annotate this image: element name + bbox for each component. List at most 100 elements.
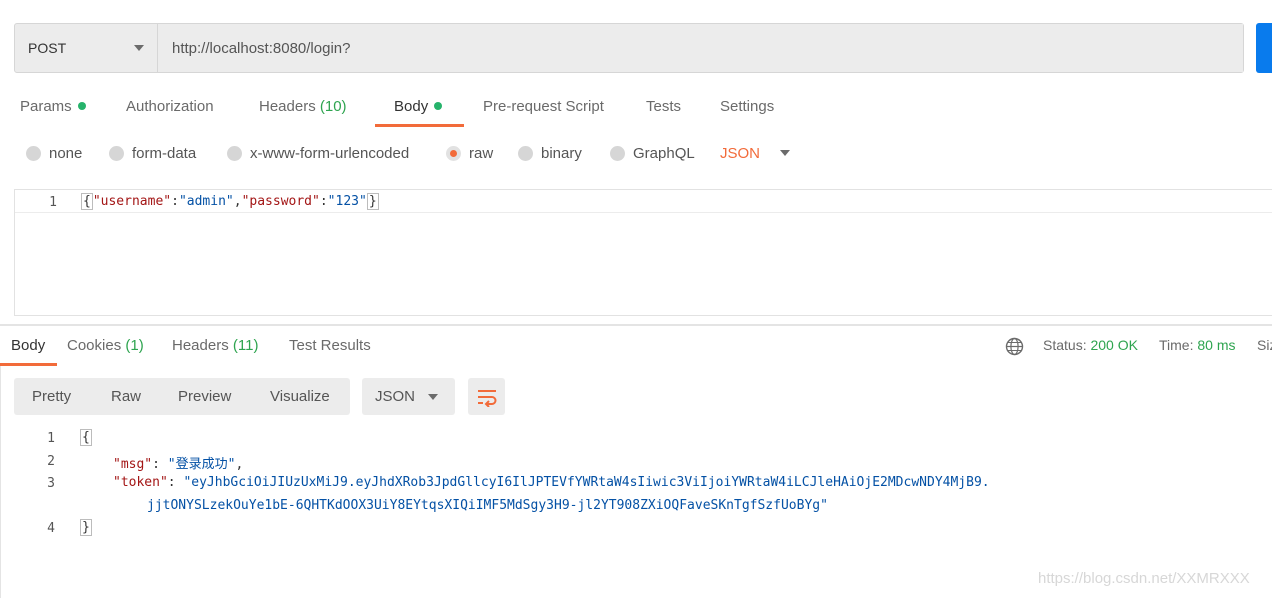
tab-headers-label: Headers <box>259 98 316 115</box>
radio-circle-selected <box>446 145 461 161</box>
response-line-2: "msg": "登录成功", <box>113 457 244 472</box>
response-line-3: "token": "eyJhbGciOiJIUzUxMiJ9.eyJhdXRob… <box>113 475 990 490</box>
status-value: 200 OK <box>1090 337 1138 353</box>
tab-headers[interactable]: Headers (10) <box>259 90 347 127</box>
chevron-down-icon <box>428 394 438 400</box>
tab-params[interactable]: Params <box>20 90 86 127</box>
tab-body[interactable]: Body <box>394 90 443 127</box>
wrap-lines-button[interactable] <box>468 378 505 415</box>
tab-pre-request-script-label: Pre-request Script <box>483 98 604 115</box>
radio-x-www-form-urlencoded-label: x-www-form-urlencoded <box>250 144 410 162</box>
wrap-lines-icon <box>477 389 496 407</box>
url-text: http://localhost:8080/login? <box>172 39 351 57</box>
close-brace: } <box>366 193 379 210</box>
status-readout: Status: 200 OK <box>1043 330 1138 363</box>
line-number: 1 <box>49 195 57 210</box>
url-input[interactable]: http://localhost:8080/login? <box>158 24 1243 72</box>
line-number: 4 <box>47 521 55 536</box>
active-response-tab-underline <box>0 363 57 366</box>
line-number: 1 <box>47 431 55 446</box>
chevron-down-icon <box>134 45 144 51</box>
pane-divider[interactable] <box>0 324 1272 326</box>
line-number: 3 <box>47 476 55 491</box>
json-key: "password" <box>241 194 320 209</box>
radio-graphql[interactable]: GraphQL <box>610 140 695 166</box>
radio-form-data-label: form-data <box>132 144 197 162</box>
request-body-code: {"username":"admin","password":"123"} <box>81 193 379 210</box>
colon: : <box>171 194 179 209</box>
mode-visualize[interactable]: Visualize <box>270 378 330 415</box>
close-brace: } <box>80 519 92 536</box>
tab-settings[interactable]: Settings <box>720 90 774 127</box>
comma: , <box>233 194 242 209</box>
params-indicator-dot <box>77 102 86 110</box>
method-label: POST <box>28 40 67 56</box>
response-line-3-wrapped: jjtONYSLzekOuYe1bE-6QHTKdOOX3UiY8EYtqsXI… <box>147 498 828 513</box>
active-tab-underline <box>375 124 464 127</box>
radio-none-label: none <box>49 144 83 162</box>
colon: : <box>319 194 328 209</box>
method-select[interactable]: POST <box>15 24 158 72</box>
radio-raw-label: raw <box>469 144 494 162</box>
json-key-token: "token" <box>113 475 168 490</box>
time-label: Time: <box>1159 337 1194 353</box>
response-line-1: { <box>80 429 92 446</box>
current-line-highlight <box>15 212 1272 213</box>
tab-response-body[interactable]: Body <box>11 330 45 363</box>
radio-circle <box>109 145 124 161</box>
open-brace: { <box>81 193 93 210</box>
radio-none[interactable]: none <box>26 140 82 166</box>
tab-settings-label: Settings <box>720 98 775 115</box>
tab-response-headers-count: (11) <box>232 337 259 354</box>
size-readout: Siz <box>1257 330 1272 363</box>
response-format-label: JSON <box>375 388 416 405</box>
tab-authorization[interactable]: Authorization <box>126 90 214 127</box>
response-line-4: } <box>80 519 92 536</box>
response-format-select[interactable]: JSON <box>362 378 455 415</box>
radio-circle <box>518 145 533 161</box>
tab-tests[interactable]: Tests <box>646 90 681 127</box>
tab-cookies[interactable]: Cookies (1) <box>67 330 144 363</box>
tab-authorization-label: Authorization <box>126 98 214 115</box>
tab-pre-request-script[interactable]: Pre-request Script <box>483 90 604 127</box>
time-readout: Time: 80 ms <box>1159 330 1236 363</box>
body-indicator-dot <box>434 102 443 110</box>
line-number: 2 <box>47 454 55 469</box>
send-button[interactable] <box>1256 23 1272 73</box>
body-language-label: JSON <box>720 144 761 162</box>
tab-body-label: Body <box>394 98 429 115</box>
response-tabs: Body Cookies (1) Headers (11) Test Resul… <box>0 330 1272 366</box>
request-bar: POST http://localhost:8080/login? <box>14 23 1244 73</box>
tab-test-results[interactable]: Test Results <box>289 330 371 363</box>
tab-headers-count: (10) <box>319 98 347 115</box>
tab-response-headers[interactable]: Headers (11) <box>172 330 258 363</box>
json-value-token-part2: jjtONYSLzekOuYe1bE-6QHTKdOOX3UiY8EYtqsXI… <box>147 498 828 513</box>
json-value: "123" <box>327 194 367 209</box>
radio-raw[interactable]: raw <box>446 140 493 166</box>
left-border <box>0 366 1 598</box>
mode-raw[interactable]: Raw <box>111 378 141 415</box>
watermark: https://blog.csdn.net/XXMRXXX <box>1038 570 1250 587</box>
mode-pretty[interactable]: Pretty <box>32 378 71 415</box>
response-body-viewer[interactable]: 1 2 3 4 { "msg": "登录成功", "token": "eyJhb… <box>14 428 1272 568</box>
size-label: Siz <box>1257 337 1272 353</box>
radio-x-www-form-urlencoded[interactable]: x-www-form-urlencoded <box>227 140 409 166</box>
body-language-select[interactable]: JSON <box>720 140 791 166</box>
radio-form-data[interactable]: form-data <box>109 140 196 166</box>
radio-circle <box>610 145 625 161</box>
body-type-radios: none form-data x-www-form-urlencoded raw… <box>0 140 1272 166</box>
response-view-modes: Pretty Raw Preview Visualize <box>14 378 350 415</box>
radio-circle <box>227 145 242 161</box>
mode-preview[interactable]: Preview <box>178 378 231 415</box>
json-value-msg: "登录成功" <box>167 457 236 472</box>
globe-icon[interactable] <box>1005 337 1024 360</box>
tab-tests-label: Tests <box>646 98 682 115</box>
tab-test-results-label: Test Results <box>289 337 371 354</box>
tab-cookies-count: (1) <box>125 337 144 354</box>
tab-response-headers-label: Headers <box>172 337 229 354</box>
tab-params-label: Params <box>20 98 72 115</box>
radio-binary[interactable]: binary <box>518 140 582 166</box>
radio-graphql-label: GraphQL <box>633 144 695 162</box>
request-body-editor[interactable]: 1 {"username":"admin","password":"123"} <box>14 189 1272 316</box>
chevron-down-icon <box>780 150 791 156</box>
